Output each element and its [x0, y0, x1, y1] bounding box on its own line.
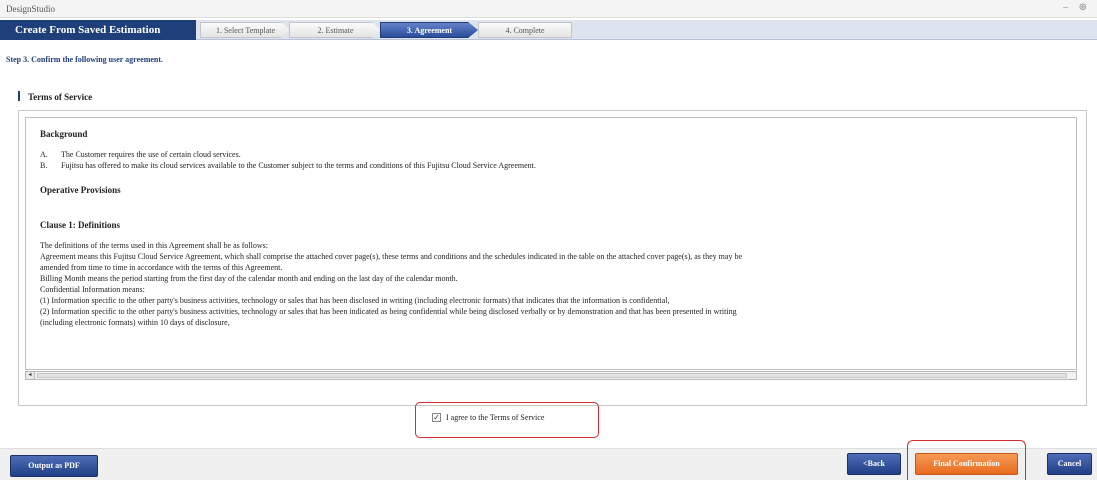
tos-panel: Background A. The Customer requires the …	[18, 110, 1087, 406]
cancel-button[interactable]: Cancel	[1047, 453, 1092, 475]
tos-background-heading: Background	[40, 129, 88, 139]
tos-item-text: The Customer requires the use of certain…	[61, 150, 241, 159]
tos-clause-heading: Clause 1: Definitions	[40, 220, 121, 230]
tos-item-text: Fujitsu has offered to make its cloud se…	[61, 161, 536, 170]
tos-operative-heading: Operative Provisions	[40, 185, 121, 195]
tos-line: Agreement means this Fujitsu Cloud Servi…	[40, 252, 742, 261]
highlight-box-final	[907, 440, 1026, 480]
wizard-step-estimate: 2. Estimate	[289, 22, 381, 38]
tos-line: Billing Month means the period starting …	[40, 274, 458, 283]
step-heading: Step 3. Confirm the following user agree…	[6, 55, 164, 64]
window-title-bar: DesignStudio – ⊕	[0, 0, 1097, 18]
horizontal-scrollbar[interactable]: ◂	[25, 371, 1077, 380]
tos-line: (2) Information specific to the other pa…	[40, 307, 737, 316]
highlight-box-agree	[415, 402, 599, 438]
section-header: Terms of Service	[18, 91, 92, 102]
tos-line: (1) Information specific to the other pa…	[40, 296, 670, 305]
back-button[interactable]: <Back	[847, 453, 901, 475]
scroll-left-icon[interactable]: ◂	[26, 372, 35, 379]
tos-scroll-area[interactable]: Background A. The Customer requires the …	[25, 117, 1077, 370]
tos-item-label: A.	[40, 150, 48, 159]
tos-background-item: A. The Customer requires the use of cert…	[40, 149, 1062, 160]
tos-line: Confidential Information means:	[40, 285, 145, 294]
wizard-title: Create From Saved Estimation	[0, 20, 196, 40]
app-title: DesignStudio	[6, 4, 56, 14]
window-controls[interactable]: – ⊕	[1063, 2, 1091, 13]
tos-line: The definitions of the terms used in thi…	[40, 241, 268, 250]
scrollbar-thumb[interactable]	[37, 373, 1067, 378]
wizard-step-agreement: 3. Agreement	[380, 22, 478, 38]
output-pdf-button[interactable]: Output as PDF	[10, 455, 98, 477]
tos-background-item: B. Fujitsu has offered to make its cloud…	[40, 160, 1062, 171]
section-marker	[18, 91, 20, 101]
wizard-step-select-template: 1. Select Template	[200, 22, 290, 38]
tos-item-label: B.	[40, 161, 48, 170]
tos-content: Background A. The Customer requires the …	[26, 118, 1076, 336]
section-title: Terms of Service	[28, 92, 93, 102]
tos-line: amended from time to time in accordance …	[40, 263, 283, 272]
tos-line: (including electronic formats) within 10…	[40, 318, 230, 327]
wizard-step-bar: Create From Saved Estimation 1. Select T…	[0, 20, 1097, 40]
wizard-step-complete: 4. Complete	[478, 22, 572, 38]
